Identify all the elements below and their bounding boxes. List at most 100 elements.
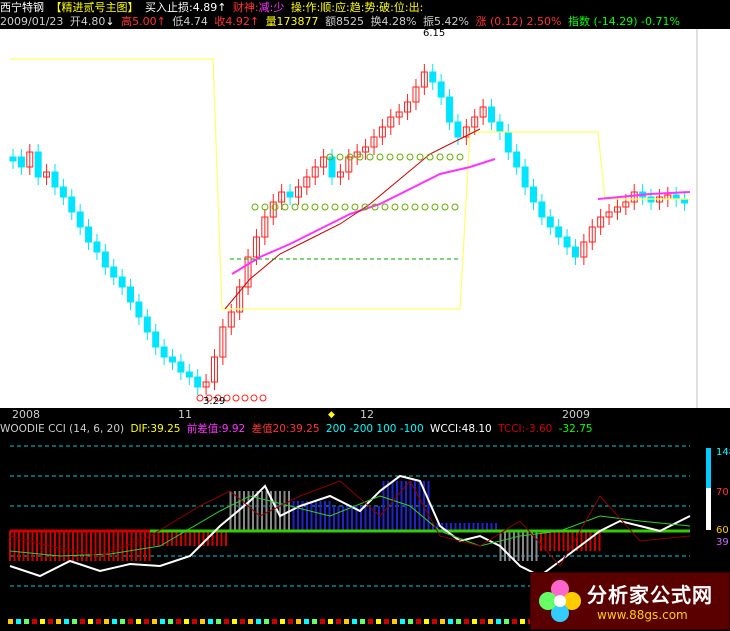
signal-circle bbox=[396, 153, 404, 161]
down-arrow-icon: ↓ bbox=[105, 15, 115, 28]
axis-label-nov: 11 bbox=[178, 408, 192, 421]
signal-chu: 出: bbox=[408, 1, 424, 14]
signal-circle bbox=[331, 203, 339, 211]
signal-square bbox=[304, 619, 309, 624]
signal-circle bbox=[436, 153, 444, 161]
info-bar-quote: 2009/01/23 开4.80↓ 高5.00↑ 低4.74 收4.92↑ 量1… bbox=[0, 15, 730, 29]
signal-square bbox=[360, 619, 365, 624]
candle-body bbox=[529, 186, 537, 203]
signal-square bbox=[216, 619, 221, 624]
signal-square bbox=[416, 619, 421, 624]
signal-square bbox=[488, 619, 493, 624]
buy-stop-label: 买入止损:4.89↑ bbox=[145, 1, 226, 14]
quote-high: 高5.00 bbox=[121, 15, 157, 28]
signal-shi: 势: bbox=[364, 1, 380, 14]
candle-body bbox=[51, 171, 59, 188]
signal-jian: 减: bbox=[258, 1, 274, 14]
candle-body bbox=[93, 241, 101, 253]
cci-level-148: 148 bbox=[716, 447, 730, 458]
signal-square bbox=[40, 619, 45, 624]
axis-label-2008: 2008 bbox=[12, 408, 40, 421]
candle-body bbox=[76, 211, 84, 228]
signal-square bbox=[72, 619, 77, 624]
signal-square bbox=[480, 619, 485, 624]
cci-indicator-panel[interactable]: 148 70 60 39 分析家公式网 www.88gs.com bbox=[0, 436, 730, 631]
quote-index: 指数 (-14.29) -0.71% bbox=[567, 15, 680, 28]
time-axis: 2008 11 12 2009 ◆ bbox=[0, 408, 730, 422]
axis-label-2009: 2009 bbox=[562, 408, 590, 421]
signal-circle bbox=[232, 394, 240, 402]
candle-body bbox=[185, 371, 193, 378]
candle-body bbox=[152, 331, 160, 348]
signal-circle bbox=[441, 203, 449, 211]
candle-body bbox=[101, 251, 109, 268]
candle-body bbox=[555, 226, 563, 238]
signal-square bbox=[24, 619, 29, 624]
candle-body bbox=[504, 131, 512, 153]
candle-body bbox=[118, 276, 126, 288]
stock-name[interactable]: 西宁特钢 bbox=[0, 1, 44, 14]
candle-body bbox=[563, 236, 571, 248]
signal-circle bbox=[301, 203, 309, 211]
signal-circle bbox=[341, 203, 349, 211]
signal-circle bbox=[446, 153, 454, 161]
quote-amount: 额8525 bbox=[325, 15, 365, 28]
candle-body bbox=[194, 376, 202, 388]
signal-qu: 趋: bbox=[349, 1, 365, 14]
signal-circle bbox=[381, 203, 389, 211]
signal-square bbox=[512, 619, 517, 624]
candle-body bbox=[513, 151, 521, 168]
signal-caishen: 财神: bbox=[232, 1, 259, 14]
watermark-logo: 分析家公式网 www.88gs.com bbox=[530, 572, 730, 630]
signal-square bbox=[496, 619, 501, 624]
main-chart-panel[interactable]: 6.15 3.29 bbox=[0, 29, 730, 408]
candle-body bbox=[429, 71, 437, 83]
signal-circle bbox=[376, 153, 384, 161]
flower-logo-icon bbox=[539, 580, 581, 622]
candle-body bbox=[34, 151, 42, 178]
signal-square bbox=[432, 619, 437, 624]
candle-body bbox=[538, 201, 546, 218]
low-price-label: 3.29 bbox=[203, 396, 225, 407]
quote-close: 收4.92 bbox=[214, 15, 250, 28]
signal-circle bbox=[366, 153, 374, 161]
signal-circle bbox=[250, 394, 258, 402]
signal-circle bbox=[241, 394, 249, 402]
signal-circle bbox=[281, 203, 289, 211]
signal-square bbox=[352, 619, 357, 624]
candle-body bbox=[9, 156, 17, 162]
signal-circle bbox=[406, 153, 414, 161]
signal-circle bbox=[386, 153, 394, 161]
candle-body bbox=[446, 96, 454, 123]
signal-circle bbox=[426, 153, 434, 161]
candle-body bbox=[521, 166, 529, 188]
signal-square bbox=[368, 619, 373, 624]
quote-volume: 量173877 bbox=[265, 15, 319, 28]
signal-shun: 顺: bbox=[320, 1, 336, 14]
signal-square bbox=[424, 619, 429, 624]
signal-circle bbox=[251, 203, 259, 211]
quote-low: 低4.74 bbox=[172, 15, 208, 28]
candlestick-chart[interactable]: 6.15 3.29 bbox=[0, 29, 730, 408]
signal-square bbox=[504, 619, 509, 624]
candle-body bbox=[496, 121, 504, 133]
cci-name[interactable]: WOODIE CCI (14, 6, 20) bbox=[0, 423, 124, 435]
candle-body bbox=[437, 81, 445, 98]
signal-square bbox=[192, 619, 197, 624]
indicator-name[interactable]: 【精进贰号主图】 bbox=[51, 1, 139, 14]
signal-square bbox=[184, 619, 189, 624]
signal-circle bbox=[321, 203, 329, 211]
candle-body bbox=[68, 196, 76, 213]
candle-body bbox=[135, 301, 143, 318]
candle-body bbox=[488, 106, 496, 123]
signal-square bbox=[160, 619, 165, 624]
signal-square bbox=[408, 619, 413, 624]
cci-levels: 200 -200 100 -100 bbox=[325, 423, 424, 435]
up-arrow-icon: ↑ bbox=[217, 1, 227, 14]
candle-body bbox=[59, 186, 67, 198]
signal-po: 破: bbox=[379, 1, 394, 14]
quote-amplitude: 振5.42% bbox=[423, 15, 469, 28]
signal-square bbox=[344, 619, 349, 624]
signal-square bbox=[96, 619, 101, 624]
signal-square bbox=[16, 619, 21, 624]
